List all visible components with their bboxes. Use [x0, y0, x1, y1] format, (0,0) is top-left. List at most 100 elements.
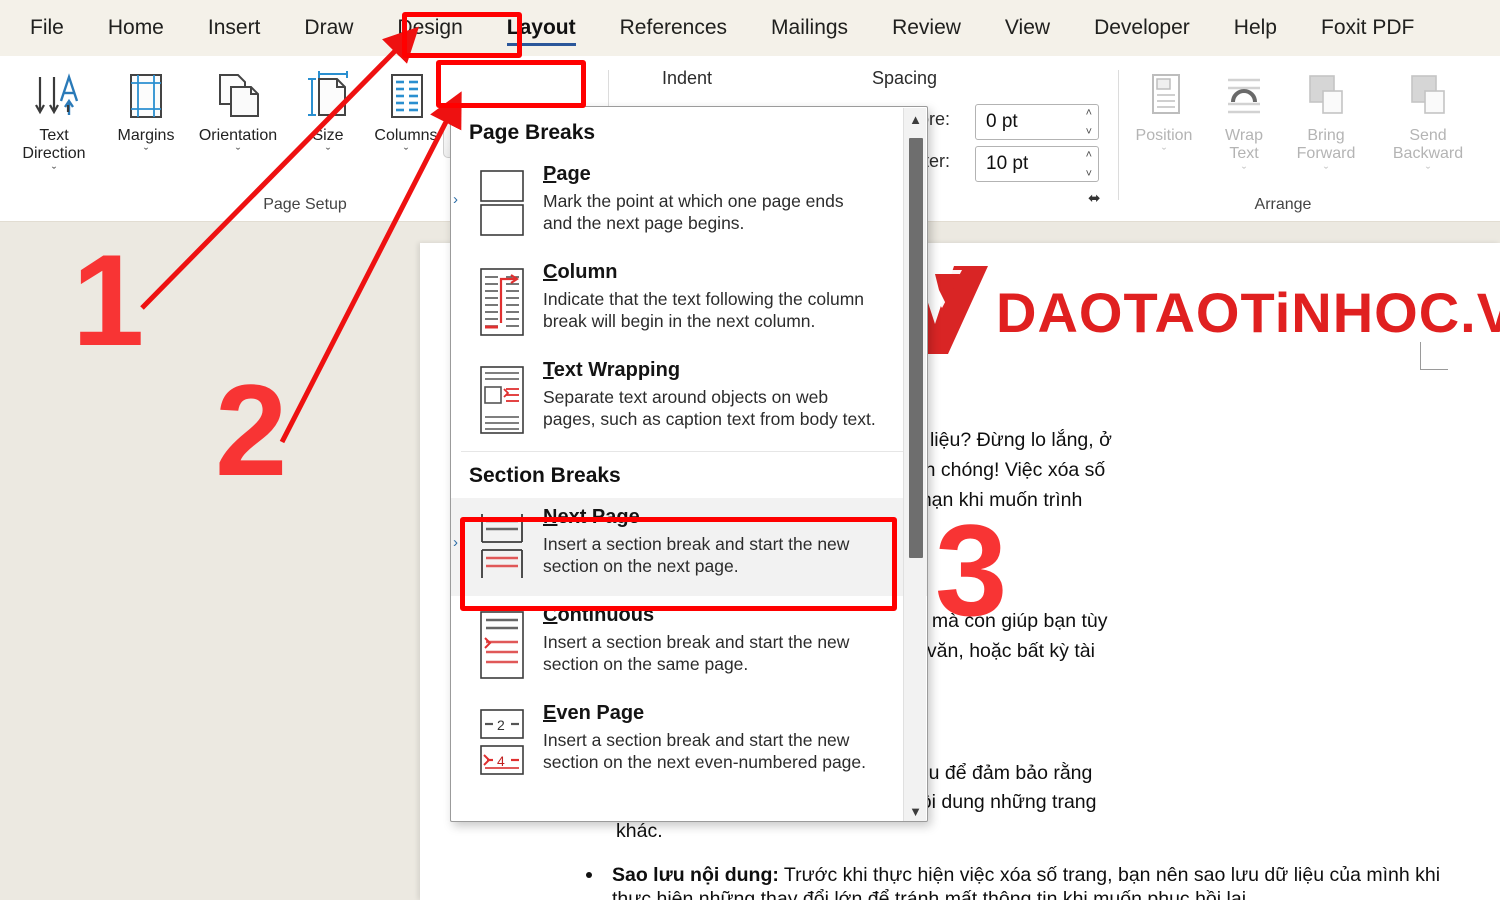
- menu-item-description: Insert a section break and start the new…: [543, 533, 917, 578]
- bullet-lead-text: Sao lưu nội dung:: [612, 864, 779, 886]
- chevron-down-icon[interactable]: ˇ: [326, 145, 330, 160]
- submenu-caret-icon: ›: [453, 534, 458, 551]
- bullet-rest-text: Trước khi thực hiện việc xóa số trang, b…: [779, 864, 1440, 886]
- cmd-selection-pane[interactable]: Se: [1476, 68, 1500, 145]
- scrollbar-thumb[interactable]: [909, 138, 923, 558]
- menu-divider: [461, 451, 917, 452]
- menu-item-description: Mark the point at which one page ends an…: [543, 190, 917, 235]
- menu-item-title-rest: ext Wrapping: [554, 359, 680, 381]
- text-wrapping-break-icon: [465, 359, 539, 439]
- menu-item-title: Next Page: [543, 506, 917, 529]
- bullet-marker: [586, 872, 592, 878]
- even-page-break-icon: 24: [465, 702, 539, 782]
- accelerator-letter: C: [543, 261, 557, 283]
- watermark-text: DAOTAOTiNHOC.VN: [996, 280, 1500, 345]
- columns-icon: [383, 68, 429, 124]
- ribbon-tab-references[interactable]: References: [598, 6, 749, 50]
- ribbon-tab-review[interactable]: Review: [870, 6, 983, 50]
- svg-text:4: 4: [497, 753, 505, 769]
- spinner-arrows[interactable]: ˄˅: [1086, 108, 1092, 138]
- menu-item-body: Next Page Insert a section break and star…: [539, 506, 917, 586]
- menu-heading-section-breaks: Section Breaks: [451, 454, 927, 498]
- menu-item-title: Continuous: [543, 604, 917, 627]
- menu-item-body: Page Mark the point at which one page end…: [539, 163, 917, 243]
- menu-item-even-page[interactable]: 24Even PageInsert a section break and st…: [451, 694, 927, 792]
- next-page-break-icon: [465, 506, 539, 586]
- accelerator-letter: P: [543, 163, 556, 185]
- document-paragraph-line: thực hiện những thay đổi lớn để tránh mấ…: [612, 888, 1251, 900]
- cmd-label: Size: [312, 127, 343, 145]
- breaks-dropdown-menu[interactable]: Page Breaks ›PageMark the point at which…: [450, 106, 928, 822]
- spinner-up-icon: ˄: [1086, 108, 1092, 119]
- ribbon-tab-developer[interactable]: Developer: [1072, 6, 1212, 50]
- chevron-down-icon[interactable]: ˇ: [1426, 164, 1430, 179]
- word-window: FileHomeInsertDrawDesignLayoutReferences…: [0, 0, 1500, 900]
- chevron-down-icon[interactable]: ˇ: [404, 145, 408, 160]
- menu-item-text-wrapping[interactable]: Text WrappingSeparate text around object…: [451, 351, 927, 449]
- spinner-down-icon: ˅: [1086, 127, 1092, 138]
- cmd-label: Wrap Text: [1225, 127, 1263, 164]
- page-break-icon: [465, 163, 539, 243]
- menu-item-body: ColumnIndicate that the text following t…: [539, 261, 917, 341]
- spinner-arrows[interactable]: ˄˅: [1086, 150, 1092, 180]
- cmd-position[interactable]: Position ˇ: [1118, 68, 1210, 160]
- ribbon-tab-help[interactable]: Help: [1212, 6, 1299, 50]
- chevron-down-icon[interactable]: ˇ: [1162, 145, 1166, 160]
- ribbon-tab-view[interactable]: View: [983, 6, 1072, 50]
- scroll-down-arrow-icon[interactable]: ▼: [904, 800, 927, 822]
- cmd-label: Send Backward: [1393, 127, 1463, 164]
- menu-item-body: Continuous Insert a section break and sta…: [539, 604, 917, 684]
- menu-item-page[interactable]: ›PageMark the point at which one page en…: [451, 155, 927, 253]
- wrap-text-icon: [1221, 68, 1267, 124]
- menu-item-description: Separate text around objects on web page…: [543, 386, 917, 431]
- send-backward-icon: [1405, 68, 1451, 124]
- ribbon-tab-mailings[interactable]: Mailings: [749, 6, 870, 50]
- spacing-after-value: 10 pt: [986, 153, 1028, 175]
- spacing-before-input[interactable]: 0 pt ˄˅: [975, 104, 1099, 140]
- document-paragraph-line: khác.: [616, 820, 663, 843]
- chevron-down-icon[interactable]: ˇ: [144, 145, 148, 160]
- menu-scrollbar[interactable]: ▲ ▼: [903, 108, 926, 822]
- ribbon-tab-draw[interactable]: Draw: [282, 6, 375, 50]
- cmd-label: Columns: [374, 127, 437, 145]
- cmd-wrap-text[interactable]: Wrap Text ˇ: [1198, 68, 1290, 179]
- cmd-label: Orientation: [199, 127, 277, 145]
- spinner-down-icon: ˅: [1086, 169, 1092, 180]
- chevron-down-icon[interactable]: ˇ: [236, 145, 240, 160]
- cmd-orientation[interactable]: Orientation ˇ: [192, 68, 284, 160]
- ribbon-tab-insert[interactable]: Insert: [186, 6, 283, 50]
- cmd-send-backward[interactable]: Send Backward ˇ: [1382, 68, 1474, 179]
- menu-item-next-page[interactable]: › Next Page Insert a section break and sta…: [451, 498, 927, 596]
- cmd-text-direction[interactable]: Text Direction ˇ: [8, 68, 100, 179]
- menu-item-title-rest: ontinuous: [557, 604, 654, 626]
- cmd-columns[interactable]: Columns ˇ: [360, 68, 452, 160]
- menu-item-column[interactable]: ColumnIndicate that the text following t…: [451, 253, 927, 351]
- ribbon-tab-file[interactable]: File: [8, 6, 86, 50]
- menu-item-continuous[interactable]: Continuous Insert a section break and sta…: [451, 596, 927, 694]
- spacing-label: Spacing: [872, 68, 937, 89]
- scroll-up-arrow-icon[interactable]: ▲: [904, 108, 927, 130]
- ribbon-tab-home[interactable]: Home: [86, 6, 186, 50]
- chevron-down-icon[interactable]: ˇ: [52, 164, 56, 179]
- chevron-down-icon[interactable]: ˇ: [1324, 164, 1328, 179]
- indent-label: Indent: [662, 68, 712, 89]
- spacing-after-input[interactable]: 10 pt ˄˅: [975, 146, 1099, 182]
- continuous-break-icon: [465, 604, 539, 684]
- ribbon-tab-layout[interactable]: Layout: [485, 6, 598, 50]
- cmd-margins[interactable]: Margins ˇ: [100, 68, 192, 160]
- cmd-label: Position: [1136, 127, 1193, 145]
- ribbon-group-arrange: Position ˇ Wrap Text ˇ: [1118, 56, 1500, 222]
- cmd-bring-forward[interactable]: Bring Forward ˇ: [1280, 68, 1372, 179]
- accelerator-letter: E: [543, 702, 556, 724]
- ribbon-tab-design[interactable]: Design: [375, 6, 484, 50]
- ribbon-tab-foxit-pdf[interactable]: Foxit PDF: [1299, 6, 1436, 50]
- bring-forward-icon: [1303, 68, 1349, 124]
- cmd-label: Text Direction: [22, 127, 85, 164]
- chevron-down-icon[interactable]: ˇ: [1242, 164, 1246, 179]
- menu-item-description: Insert a section break and start the new…: [543, 631, 917, 676]
- accelerator-letter: N: [543, 506, 557, 528]
- paragraph-dialog-launcher-icon[interactable]: ⬌: [1088, 189, 1101, 207]
- spinner-up-icon: ˄: [1086, 150, 1092, 161]
- ribbon-tab-strip: FileHomeInsertDrawDesignLayoutReferences…: [0, 0, 1500, 56]
- menu-item-title: Page: [543, 163, 917, 186]
